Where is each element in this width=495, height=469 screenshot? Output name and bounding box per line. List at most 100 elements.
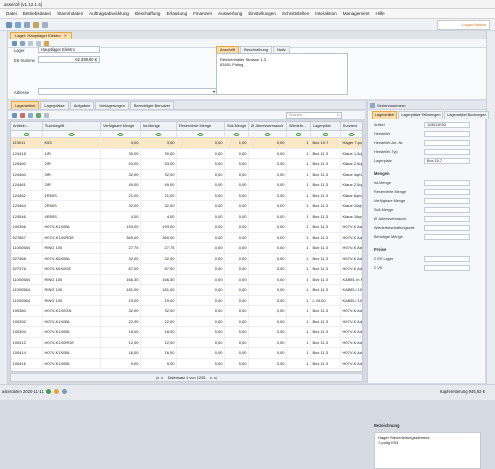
menu-item-2[interactable]: Stammdaten [57, 11, 83, 16]
ek-input[interactable]: 62.398,80 € [38, 56, 100, 63]
first-page-icon[interactable]: |◂ [156, 375, 159, 380]
menu-item-9[interactable]: Schnittstellen [282, 11, 309, 16]
column-header[interactable]: Verfügbare Menge [101, 122, 141, 131]
field-value[interactable] [424, 225, 470, 231]
table-row[interactable]: 100380 H07V-K1X0GN 32,00 32,00 0,00 0,00 0,00 1… [11, 306, 362, 317]
table-row[interactable]: 100414 H07V-K1X0BL 16,00 16,00 0,00 0,00 0,00 1… [11, 348, 362, 359]
column-header[interactable]: Lagerplatz [311, 122, 341, 131]
prev-page-icon[interactable]: ◂ [161, 375, 163, 380]
folder-icon[interactable] [33, 22, 39, 28]
filter-cell[interactable] [225, 131, 249, 138]
table-row[interactable]: 11000584 RING 100 27,75 27,75 0,00 0,00 0,00 1 B… [11, 243, 362, 254]
field-value[interactable]: 119011K53 [424, 122, 470, 128]
table-row[interactable]: 124460 3IR 32,00 32,00 0,00 0,00 0,00 1 Box 11.3… [11, 169, 362, 180]
field-value[interactable]: Box 10.7 [424, 158, 470, 164]
tab-detail-0[interactable]: Lagerartikel [372, 111, 398, 119]
next-page-icon[interactable]: ▸ [210, 375, 212, 380]
table-row[interactable]: 124460 2IR 53,00 53,00 0,00 0,00 0,00 1 Box 11.3… [11, 159, 362, 170]
back-icon[interactable] [6, 22, 12, 28]
user-box[interactable]: Logan Nettan [437, 20, 490, 30]
column-header[interactable]: Suchbegriff [43, 122, 101, 131]
table-row[interactable]: 124461 2IR 49,00 49,00 0,00 0,00 0,00 1 Box 11.3… [11, 180, 362, 191]
table-row[interactable]: 124462 1R50S 21,00 21,00 0,00 0,00 0,00 1 Box 11… [11, 190, 362, 201]
filter-icon[interactable] [44, 113, 49, 118]
table-row[interactable]: 119011 K53 3,00 3,00 0,00 1,00 0,00 1 Box 10.7 Ha… [11, 138, 362, 149]
menu-item-7[interactable]: Auswertung [218, 11, 242, 16]
menu-item-8[interactable]: Einstellungen [248, 11, 276, 16]
field-value[interactable] [424, 198, 470, 204]
table-row[interactable]: 527867 H07V-K1X0RGE 369,00 369,00 0,00 0,00 0,… [11, 232, 362, 243]
tab-detail-2[interactable]: Lagerartikel Buchungen [444, 111, 490, 119]
menu-item-0[interactable]: Datei [6, 11, 17, 16]
column-header[interactable]: Kurztext [341, 122, 362, 131]
add-icon[interactable] [12, 113, 17, 118]
table-row[interactable]: 100392 H07V-K1X0BL 22,00 22,00 0,00 0,00 0,00 1… [11, 316, 362, 327]
table-row[interactable]: 100394 H07V-K1X0BL 18,00 18,00 0,00 0,00 0,00 1… [11, 327, 362, 338]
filter-cell[interactable] [101, 131, 141, 138]
filter-cell[interactable] [249, 131, 287, 138]
table-row[interactable]: 100412 H07V-K1X0RGE 12,00 12,00 0,00 0,00 0,00… [11, 337, 362, 348]
tab-address-0[interactable]: Anschrift [216, 46, 240, 53]
left-dock-strip[interactable] [0, 31, 8, 384]
close-icon[interactable]: ✕ [64, 33, 67, 38]
field-value[interactable] [424, 180, 470, 186]
search-input[interactable]: Suchen... ⌕ [286, 112, 342, 119]
table-row[interactable]: 124546 4R50S 4,00 4,00 0,00 0,00 0,00 1 Box 11.3… [11, 211, 362, 222]
filter-cell[interactable] [311, 131, 341, 138]
excel-icon[interactable] [36, 113, 41, 118]
print-icon[interactable] [28, 113, 33, 118]
undo-icon[interactable] [28, 41, 33, 46]
menu-item-5[interactable]: Erfassung [166, 11, 187, 16]
filter-cell[interactable] [43, 131, 101, 138]
filter-cell[interactable] [141, 131, 177, 138]
table-row[interactable]: 124464 2R50S 32,00 32,00 0,00 0,00 0,00 1 Box 11… [11, 201, 362, 212]
table-row[interactable]: 527476 H07V-K6X0GE 87,00 87,00 0,00 0,00 0,00 1… [11, 264, 362, 275]
menu-item-4[interactable]: Beschaffung [135, 11, 160, 16]
menu-item-12[interactable]: Hilfe [376, 11, 385, 16]
column-header[interactable]: Soll-Menge [225, 122, 249, 131]
menu-item-11[interactable]: Management [343, 11, 370, 16]
table-row[interactable]: 11000564 RING 100 19,00 19,00 0,00 0,00 0,00 1 L… [11, 295, 362, 306]
address-body[interactable]: Reichenhaller Strasse 1-3 83451 Piding [216, 53, 348, 95]
tab-sub-3[interactable]: Umlagerungen [95, 101, 129, 109]
tab-sub-4[interactable]: Berechtigte Benutzer [129, 101, 175, 109]
tab-sub-1[interactable]: Lagerplätze [40, 101, 69, 109]
table-row[interactable]: 124418 1IR 30,00 30,00 0,00 0,00 0,00 1 Box 11.3… [11, 148, 362, 159]
right-dock-strip[interactable] [486, 31, 495, 384]
tab-lager[interactable]: Lager: Hauptlager Elektro ✕ [10, 32, 72, 39]
new-icon[interactable] [12, 41, 17, 46]
filter-cell[interactable] [11, 131, 43, 138]
filter-cell[interactable] [177, 131, 225, 138]
menu-item-6[interactable]: Finanzen [193, 11, 212, 16]
field-value[interactable] [424, 265, 470, 271]
field-value[interactable] [424, 207, 470, 213]
lager-input[interactable]: Hauptlager Elektro [38, 46, 100, 53]
menu-item-10[interactable]: Interaktion [315, 11, 336, 16]
column-header[interactable]: Reservierte Menge [177, 122, 225, 131]
filter-cell[interactable] [341, 131, 362, 138]
tab-sub-2[interactable]: Aufgaben [69, 101, 95, 109]
table-row[interactable]: 527468 H07V-K6X0BL 32,00 32,00 0,00 0,00 0,00 1… [11, 253, 362, 264]
bezeichnung-box[interactable]: Hager Steuerleitungsklemme 7-polig K53 [374, 432, 481, 469]
table-row[interactable]: 11000584 RING 100 166,30 166,30 0,00 0,00 0,00… [11, 274, 362, 285]
field-value[interactable] [424, 234, 470, 240]
tab-sub-0[interactable]: Lagerartikel [11, 101, 40, 109]
menu-item-3[interactable]: Auftragsabwicklung [89, 11, 129, 16]
field-value[interactable] [424, 189, 470, 195]
field-value[interactable] [424, 140, 470, 146]
field-value[interactable] [424, 216, 470, 222]
menu-item-1[interactable]: Betriebsdaten [23, 11, 51, 16]
save-icon[interactable] [20, 41, 25, 46]
delete-icon[interactable] [20, 113, 25, 118]
column-header[interactable]: Wiederb... [287, 122, 311, 131]
table-row[interactable]: 11000564 RING 100 181,00 181,00 0,00 0,00 0,00… [11, 285, 362, 296]
column-header[interactable]: Artikeln... [11, 122, 43, 131]
column-header[interactable]: Ist-Menge [141, 122, 177, 131]
print-icon[interactable] [42, 22, 48, 28]
tab-address-1[interactable]: Beschreibung [240, 46, 272, 53]
save-icon[interactable] [24, 22, 30, 28]
tab-detail-1[interactable]: Lagerplätze Teilmengen [398, 111, 444, 119]
filter-cell[interactable] [287, 131, 311, 138]
table-row[interactable]: 100356 H07V-K1X0BL 193,00 193,00 0,00 0,00 0,0… [11, 222, 362, 233]
column-header[interactable]: Ø Jahresverbrauch [249, 122, 287, 131]
